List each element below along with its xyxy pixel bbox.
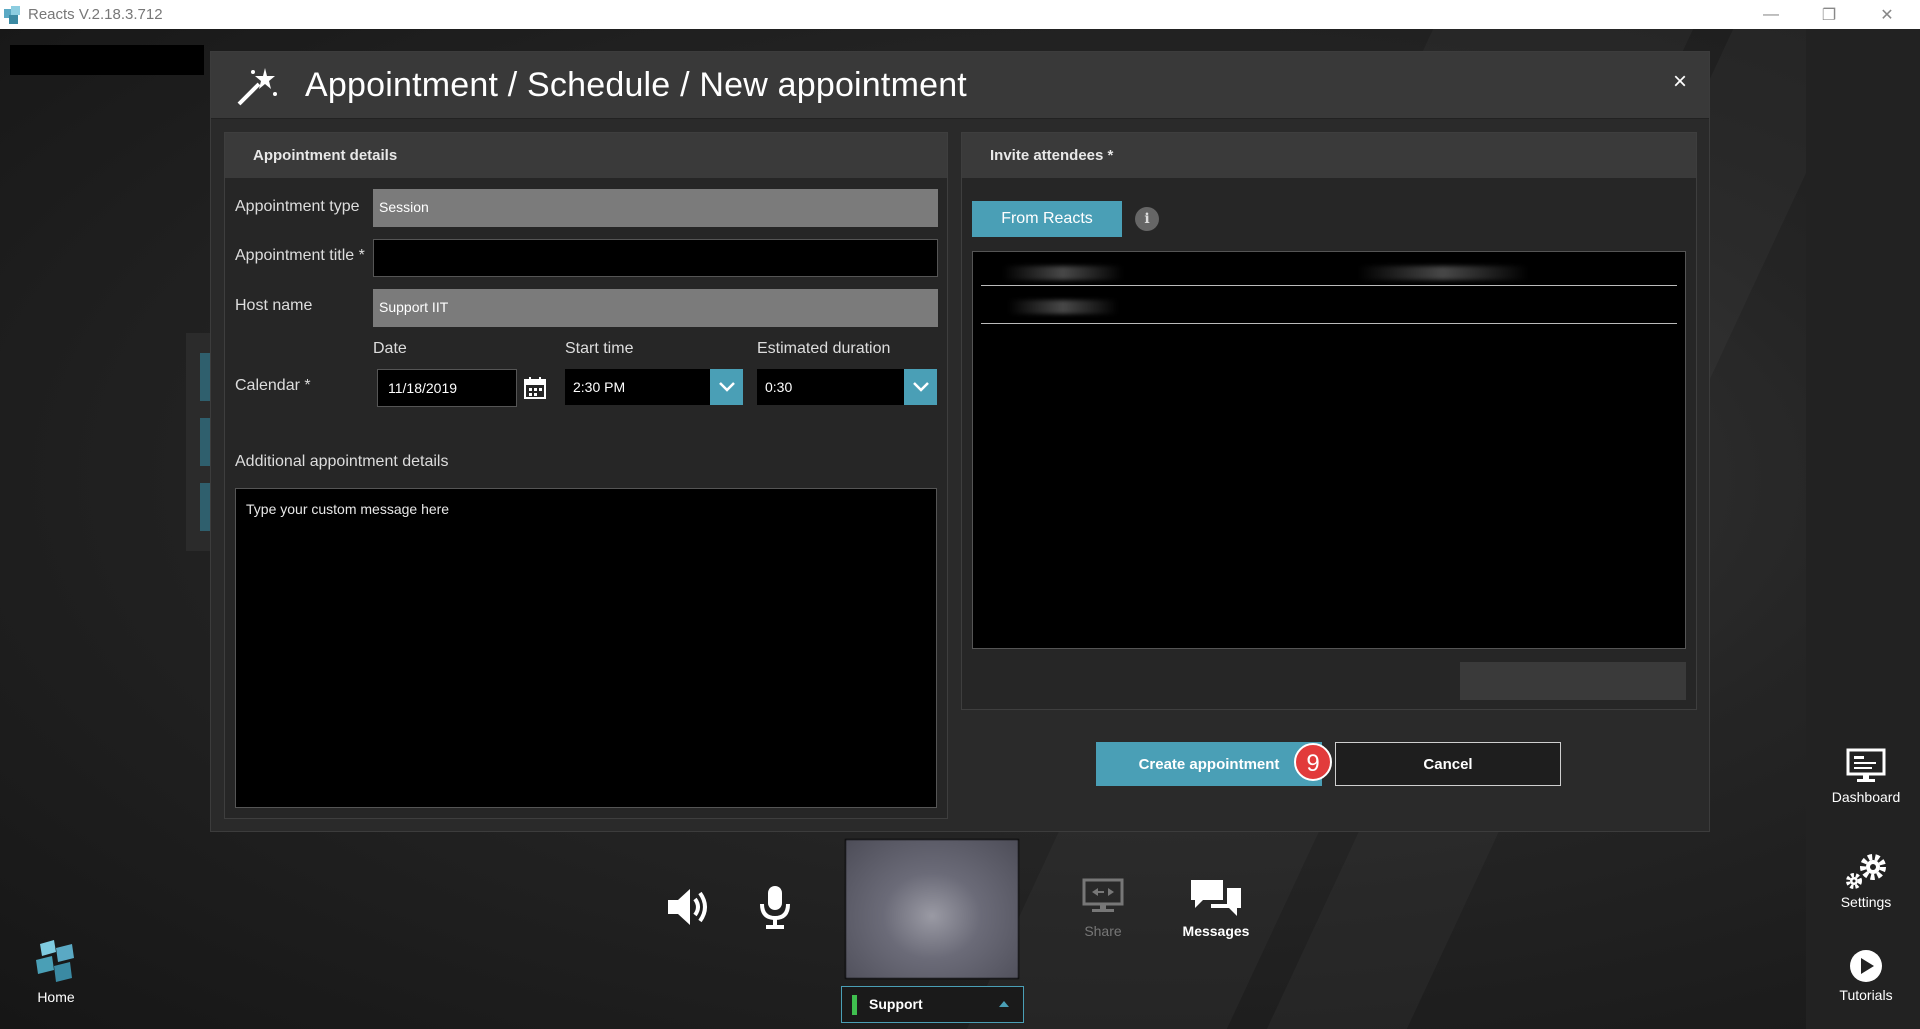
appointment-type-field[interactable]: Session	[373, 189, 938, 227]
calendar-icon[interactable]	[523, 376, 547, 400]
appointment-type-label: Appointment type	[235, 198, 360, 215]
blurred-attendee-detail	[1358, 266, 1528, 280]
dialog-header: Appointment / Schedule / New appointment…	[211, 52, 1709, 119]
share-label: Share	[1084, 923, 1122, 939]
date-label: Date	[373, 340, 407, 357]
home-label: Home	[37, 989, 75, 1005]
start-time-value: 2:30 PM	[573, 379, 626, 395]
start-time-label: Start time	[565, 340, 634, 357]
custom-message-textarea[interactable]: Type your custom message here	[235, 488, 937, 808]
messages-label: Messages	[1182, 923, 1250, 939]
messages-button[interactable]: Messages	[1180, 878, 1252, 939]
duration-value: 0:30	[765, 379, 793, 395]
home-cubes-icon	[36, 940, 74, 982]
close-window-button[interactable]: ✕	[1858, 0, 1916, 29]
dashboard-icon	[1846, 748, 1886, 782]
self-video-preview	[845, 839, 1019, 979]
host-name-label: Host name	[235, 297, 313, 314]
appointment-title-input[interactable]	[373, 239, 938, 277]
user-status-select[interactable]: Support	[841, 986, 1024, 1023]
dashboard-nav[interactable]: Dashboard	[1818, 748, 1914, 805]
window-title: Reacts V.2.18.3.712	[28, 6, 163, 23]
tutorials-play-icon	[1850, 950, 1882, 982]
user-name: Support	[869, 996, 923, 1012]
magic-wand-icon	[237, 68, 277, 106]
caret-up-icon	[999, 1001, 1009, 1007]
settings-label: Settings	[1840, 894, 1892, 910]
list-divider	[981, 285, 1677, 286]
background-side-tabs	[186, 333, 210, 551]
list-divider	[981, 323, 1677, 324]
invite-attendees-panel: Invite attendees * From Reacts i	[961, 132, 1697, 710]
settings-nav[interactable]: Settings	[1818, 851, 1914, 910]
restore-button[interactable]: ❐	[1800, 0, 1858, 29]
appointment-details-header: Appointment details	[225, 133, 947, 178]
disabled-action-button	[1460, 662, 1686, 700]
dashboard-label: Dashboard	[1831, 789, 1901, 805]
share-button[interactable]: Share	[1078, 878, 1128, 939]
appointment-title-label: Appointment title *	[235, 247, 365, 264]
estimated-duration-label: Estimated duration	[757, 340, 891, 357]
create-appointment-button[interactable]: Create appointment	[1096, 742, 1322, 786]
microphone-icon[interactable]	[758, 884, 792, 930]
additional-details-label: Additional appointment details	[235, 453, 449, 470]
chevron-down-icon	[904, 369, 937, 405]
reacts-app-icon	[4, 5, 22, 24]
cancel-button[interactable]: Cancel	[1335, 742, 1561, 786]
date-input[interactable]: 11/18/2019	[377, 369, 517, 407]
info-icon[interactable]: i	[1135, 207, 1159, 231]
host-name-field: Support IIT	[373, 289, 938, 327]
new-appointment-dialog: Appointment / Schedule / New appointment…	[210, 51, 1710, 832]
calendar-label: Calendar *	[235, 377, 311, 394]
speaker-icon[interactable]	[666, 885, 710, 929]
share-screen-icon	[1082, 878, 1124, 912]
start-time-select[interactable]: 2:30 PM	[565, 369, 743, 405]
blurred-attendee-name	[1008, 300, 1118, 314]
attendees-list	[972, 251, 1686, 649]
estimated-duration-select[interactable]: 0:30	[757, 369, 937, 405]
redacted-block	[10, 45, 204, 75]
invite-attendees-header: Invite attendees *	[962, 133, 1696, 178]
tutorials-label: Tutorials	[1839, 987, 1893, 1003]
messages-chat-icon	[1191, 880, 1241, 916]
settings-gear-icon	[1846, 854, 1886, 889]
chevron-down-icon	[710, 369, 743, 405]
step-number-badge: 9	[1294, 743, 1332, 781]
blurred-attendee-name	[1003, 266, 1123, 280]
tutorials-nav[interactable]: Tutorials	[1818, 948, 1914, 1003]
appointment-details-panel: Appointment details Appointment type Ses…	[224, 132, 948, 819]
presence-indicator	[852, 995, 857, 1015]
window-titlebar: Reacts V.2.18.3.712 — ❐ ✕	[0, 0, 1920, 29]
from-reacts-button[interactable]: From Reacts	[972, 201, 1122, 237]
home-nav[interactable]: Home	[24, 938, 88, 1005]
minimize-button[interactable]: —	[1742, 0, 1800, 29]
dialog-close-button[interactable]: ×	[1673, 68, 1687, 96]
dialog-title: Appointment / Schedule / New appointment	[305, 66, 967, 104]
